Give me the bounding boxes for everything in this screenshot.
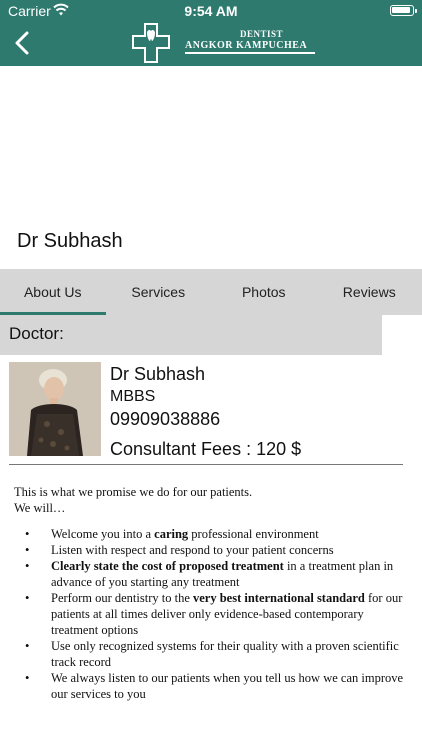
list-item: Perform our dentistry to the very best i… <box>14 590 404 638</box>
divider <box>9 464 403 465</box>
about-description: This is what we promise we do for our pa… <box>14 484 404 702</box>
intro-line-1: This is what we promise we do for our pa… <box>14 485 253 499</box>
cross-tooth-icon <box>132 23 170 63</box>
list-item: Use only recognized systems for their qu… <box>14 638 404 670</box>
back-chevron-icon[interactable] <box>10 29 34 57</box>
list-item: We always listen to our patients when yo… <box>14 670 404 702</box>
section-heading: Doctor: <box>0 315 382 355</box>
promise-list: Welcome you into a caring professional e… <box>14 526 404 702</box>
doctor-portrait-image <box>9 362 101 456</box>
doctor-phone[interactable]: 09909038886 <box>110 409 220 430</box>
app-header: Carrier 9:54 AM DENTIST ANGKOR KAMPUCHEA <box>0 0 422 66</box>
list-item: Listen with respect and respond to your … <box>14 542 404 558</box>
doctor-photo <box>9 362 101 456</box>
tab-bar: About Us Services Photos Reviews <box>0 269 422 315</box>
doctor-degree: MBBS <box>110 388 156 405</box>
doctor-name: Dr Subhash <box>110 364 206 384</box>
list-item: Welcome you into a caring professional e… <box>14 526 404 542</box>
tab-photos[interactable]: Photos <box>211 269 317 315</box>
intro-line-2: We will… <box>14 501 66 515</box>
battery-icon <box>390 5 417 16</box>
tab-services[interactable]: Services <box>106 269 212 315</box>
status-bar: Carrier 9:54 AM <box>0 0 422 22</box>
tab-about-us[interactable]: About Us <box>0 269 106 315</box>
tab-reviews[interactable]: Reviews <box>317 269 422 315</box>
logo-text-bottom: ANGKOR KAMPUCHEA <box>185 40 308 51</box>
logo-underline <box>185 52 315 54</box>
consultant-fees: Consultant Fees : 120 $ <box>110 439 302 459</box>
page-title: Dr Subhash <box>17 230 123 252</box>
logo-text-top: DENTIST <box>240 29 284 39</box>
clinic-logo: DENTIST ANGKOR KAMPUCHEA <box>130 23 318 63</box>
status-time: 9:54 AM <box>184 3 238 19</box>
list-item: Clearly state the cost of proposed treat… <box>14 558 404 590</box>
